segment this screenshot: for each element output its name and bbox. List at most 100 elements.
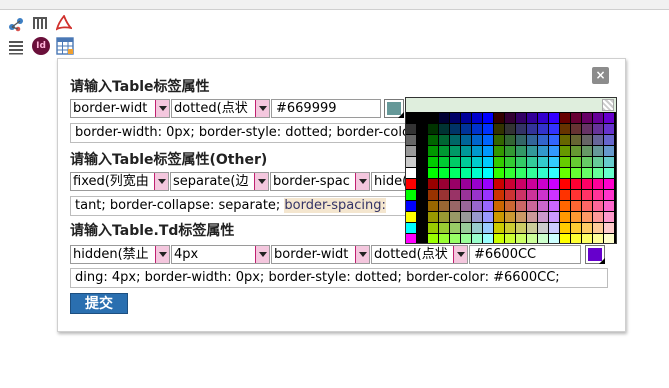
color-cell[interactable] [604, 146, 615, 157]
color-cell[interactable] [571, 168, 582, 179]
color-cell[interactable] [494, 179, 505, 190]
color-cell[interactable] [450, 234, 461, 243]
color-cell[interactable] [527, 168, 538, 179]
border-collapse-select[interactable]: separate(边 [170, 172, 269, 191]
color-cell[interactable] [472, 201, 483, 212]
color-cell[interactable] [406, 190, 417, 201]
color-cell[interactable] [538, 157, 549, 168]
color-picker-popup[interactable] [405, 97, 617, 244]
color-cell[interactable] [450, 157, 461, 168]
color-cell[interactable] [450, 212, 461, 223]
color-cell[interactable] [428, 201, 439, 212]
color-cell[interactable] [593, 124, 604, 135]
color-cell[interactable] [582, 168, 593, 179]
color-cell[interactable] [538, 146, 549, 157]
color-cell[interactable] [461, 201, 472, 212]
color-cell[interactable] [428, 157, 439, 168]
color-cell[interactable] [505, 146, 516, 157]
color-cell[interactable] [571, 223, 582, 234]
color-cell[interactable] [461, 157, 472, 168]
color-cell[interactable] [461, 179, 472, 190]
color-cell[interactable] [461, 168, 472, 179]
color-cell[interactable] [505, 201, 516, 212]
color-cell[interactable] [538, 223, 549, 234]
td-overflow-select[interactable]: hidden(禁止 [70, 245, 170, 264]
color-cell[interactable] [406, 135, 417, 146]
color-cell[interactable] [593, 179, 604, 190]
color-cell[interactable] [560, 212, 571, 223]
color-cell[interactable] [483, 168, 494, 179]
color-cell[interactable] [483, 179, 494, 190]
color-cell[interactable] [527, 113, 538, 124]
color-cell[interactable] [571, 157, 582, 168]
color-cell[interactable] [494, 234, 505, 243]
color-cell[interactable] [582, 146, 593, 157]
border-property-select[interactable]: border-widt [70, 99, 170, 118]
color-cell[interactable] [549, 201, 560, 212]
color-cell[interactable] [560, 135, 571, 146]
color-cell[interactable] [516, 113, 527, 124]
color-cell[interactable] [494, 212, 505, 223]
color-cell[interactable] [593, 201, 604, 212]
color-cell[interactable] [494, 135, 505, 146]
color-cell[interactable] [604, 212, 615, 223]
color-cell[interactable] [505, 168, 516, 179]
color-cell[interactable] [604, 234, 615, 243]
color-cell[interactable] [538, 135, 549, 146]
color-cell[interactable] [571, 146, 582, 157]
color-cell[interactable] [538, 124, 549, 135]
color-cell[interactable] [505, 135, 516, 146]
color-cell[interactable] [472, 223, 483, 234]
color-cell[interactable] [560, 168, 571, 179]
color-cell[interactable] [560, 179, 571, 190]
table-css-preview[interactable]: border-width: 0px; border-style: dotted;… [70, 123, 408, 143]
color-cell[interactable] [450, 190, 461, 201]
color-cell[interactable] [516, 190, 527, 201]
color-cell[interactable] [560, 223, 571, 234]
color-cell[interactable] [527, 223, 538, 234]
color-cell[interactable] [428, 135, 439, 146]
color-cell[interactable] [560, 234, 571, 243]
color-cell[interactable] [428, 190, 439, 201]
color-cell[interactable] [549, 212, 560, 223]
color-cell[interactable] [505, 124, 516, 135]
color-cell[interactable] [516, 179, 527, 190]
color-cell[interactable] [428, 234, 439, 243]
table-layout-select[interactable]: fixed(列宽由 [70, 172, 169, 191]
color-cell[interactable] [450, 223, 461, 234]
color-cell[interactable] [417, 146, 428, 157]
color-cell[interactable] [549, 124, 560, 135]
color-cell[interactable] [527, 157, 538, 168]
color-cell[interactable] [516, 168, 527, 179]
color-cell[interactable] [582, 201, 593, 212]
color-cell[interactable] [549, 234, 560, 243]
color-cell[interactable] [439, 234, 450, 243]
color-cell[interactable] [571, 212, 582, 223]
color-cell[interactable] [483, 201, 494, 212]
color-cell[interactable] [406, 179, 417, 190]
color-cell[interactable] [582, 234, 593, 243]
color-cell[interactable] [483, 234, 494, 243]
color-cell[interactable] [549, 157, 560, 168]
color-cell[interactable] [461, 146, 472, 157]
color-cell[interactable] [593, 146, 604, 157]
color-cell[interactable] [527, 212, 538, 223]
color-cell[interactable] [406, 234, 417, 243]
border-style-select[interactable]: dotted(点状 [171, 99, 270, 118]
color-cell[interactable] [406, 146, 417, 157]
color-cell[interactable] [428, 212, 439, 223]
color-cell[interactable] [450, 201, 461, 212]
color-cell[interactable] [527, 146, 538, 157]
color-cell[interactable] [483, 223, 494, 234]
color-cell[interactable] [593, 113, 604, 124]
color-cell[interactable] [472, 190, 483, 201]
color-cell[interactable] [538, 168, 549, 179]
color-cell[interactable] [417, 190, 428, 201]
color-cell[interactable] [406, 223, 417, 234]
indesign-icon[interactable]: Id [32, 37, 50, 55]
color-cell[interactable] [604, 168, 615, 179]
color-cell[interactable] [406, 157, 417, 168]
color-cell[interactable] [505, 190, 516, 201]
color-cell[interactable] [538, 190, 549, 201]
color-cell[interactable] [417, 124, 428, 135]
